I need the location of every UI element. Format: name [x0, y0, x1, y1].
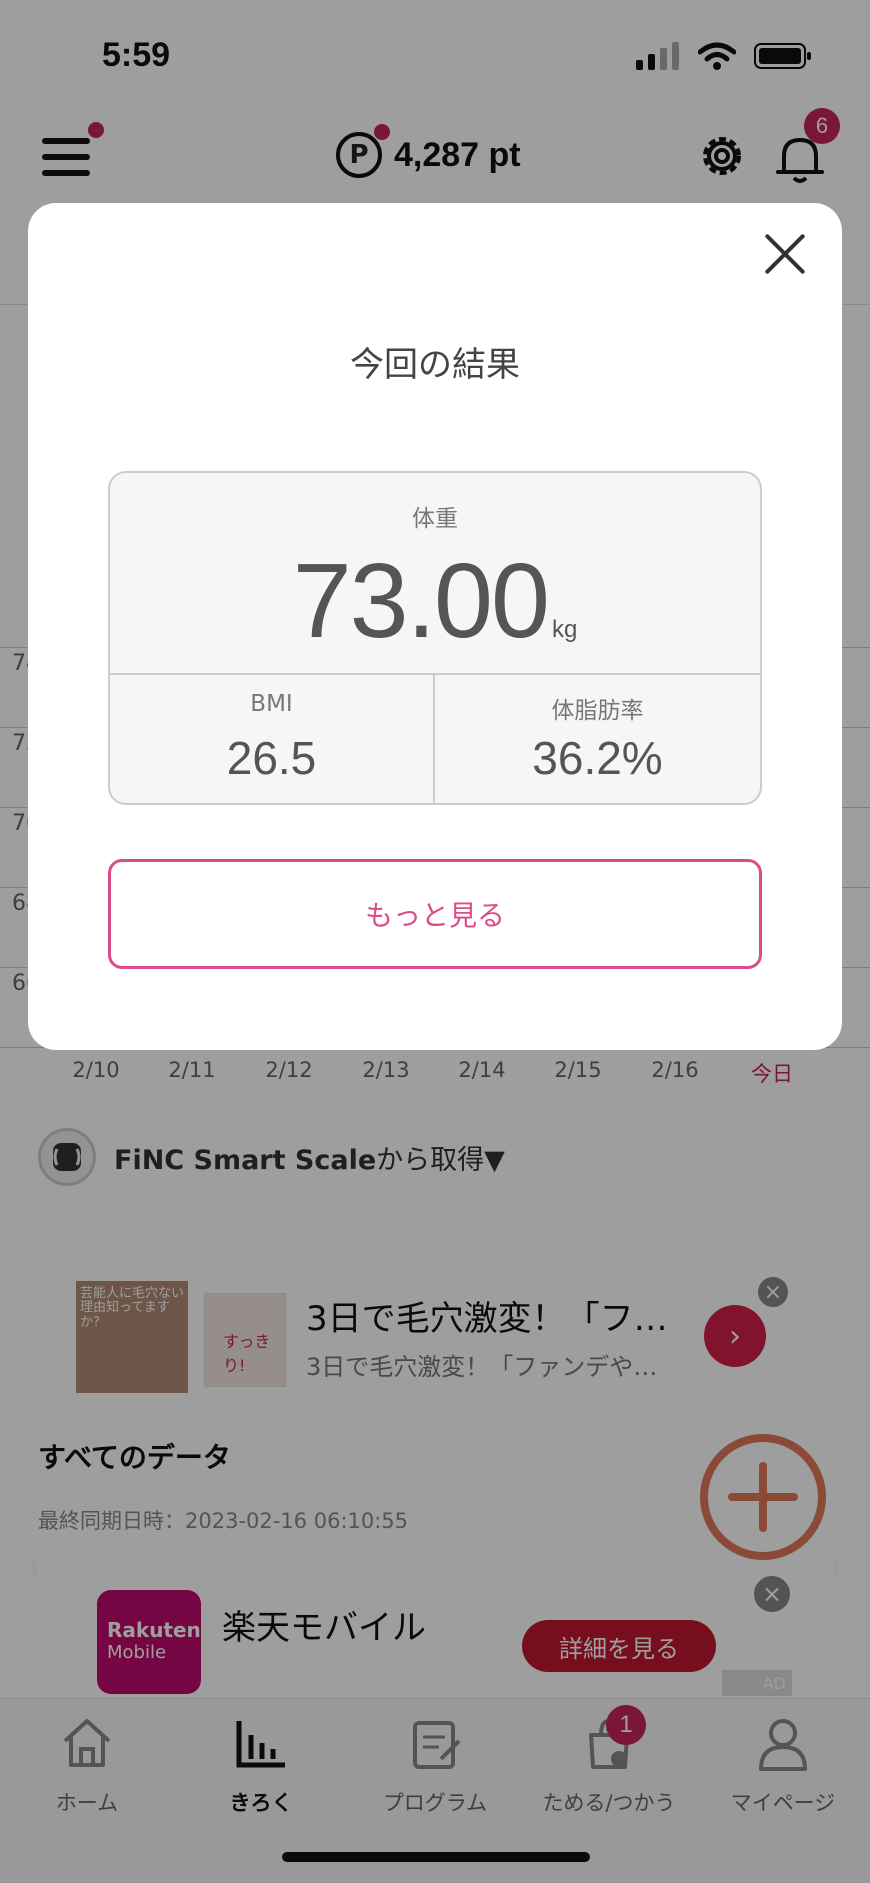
bmi-label: BMI [250, 691, 293, 717]
bmi-value: 26.5 [226, 732, 317, 784]
weight-section: 体重 73.00 kg [110, 473, 760, 675]
weight-display: 73.00 kg [110, 541, 760, 662]
bmi-section: BMI 26.5 [110, 675, 435, 803]
result-modal: 今回の結果 体重 73.00 kg BMI 26.5 体脂肪率 36.2% もっと… [28, 203, 842, 1050]
modal-title: 今回の結果 [350, 345, 520, 385]
close-icon[interactable] [762, 231, 808, 277]
body-fat-value: 36.2% [532, 732, 663, 784]
weight-value: 73.00 [292, 542, 550, 660]
result-card: 体重 73.00 kg BMI 26.5 体脂肪率 36.2% [108, 471, 762, 805]
weight-unit: kg [551, 616, 578, 643]
weight-label: 体重 [412, 506, 458, 532]
body-fat-section: 体脂肪率 36.2% [435, 675, 760, 803]
see-more-button[interactable]: もっと見る [108, 859, 762, 969]
body-fat-label: 体脂肪率 [551, 698, 644, 724]
